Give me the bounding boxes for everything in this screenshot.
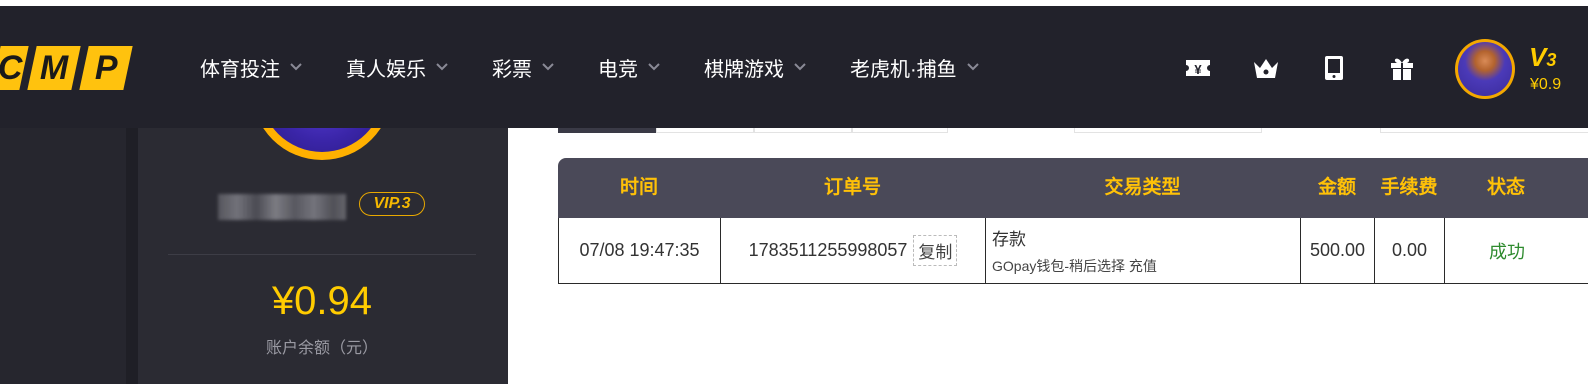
- vip-badge: VIP.3: [359, 192, 425, 216]
- order-number: 1783511255998057: [748, 240, 908, 260]
- tablet-icon[interactable]: [1320, 54, 1348, 82]
- column-header-type: 交易类型: [1104, 177, 1181, 198]
- logo-tile: C: [0, 46, 29, 90]
- table-header: 时间 订单号 交易类型 金额 手续费 状态: [558, 158, 1588, 218]
- cell-status: 成功: [1489, 241, 1525, 262]
- filter-field[interactable]: [1380, 128, 1588, 133]
- transaction-type: 存款: [992, 230, 1026, 249]
- column-header-fee: 手续费: [1380, 177, 1438, 198]
- nav-item-label: 电竞: [598, 58, 638, 81]
- nav-item-card-games[interactable]: 棋牌游戏: [704, 53, 806, 82]
- column-header-order-no: 订单号: [823, 177, 881, 198]
- header-balance: ¥0.9: [1530, 76, 1562, 93]
- masked-username: [218, 194, 346, 220]
- logo-tile: M: [27, 46, 81, 90]
- cell-fee: 0.00: [1375, 218, 1445, 283]
- nav-item-label: 真人娱乐: [346, 58, 426, 81]
- cell-order-no: 1783511255998057 复制: [721, 218, 986, 283]
- site-logo[interactable]: C M P: [0, 46, 136, 90]
- tab-item[interactable]: [656, 128, 754, 133]
- nav-item-lottery[interactable]: 彩票: [492, 53, 554, 82]
- column-header-status: 状态: [1486, 177, 1525, 198]
- nav-item-label: 体育投注: [200, 58, 280, 81]
- tab-active-indicator[interactable]: [558, 128, 656, 133]
- sidebar-stripe: [126, 128, 138, 384]
- transactions-table: 时间 订单号 交易类型 金额 手续费 状态 07/08 19:47:35 178…: [558, 158, 1588, 284]
- nav-item-sports[interactable]: 体育投注: [200, 53, 302, 82]
- chevron-down-icon: [648, 63, 660, 71]
- user-avatar[interactable]: [1455, 39, 1515, 99]
- nav-item-label: 彩票: [492, 58, 532, 81]
- vip-level: V3: [1529, 42, 1557, 72]
- cell-amount: 500.00: [1301, 218, 1375, 283]
- transaction-detail: GOpay钱包-稍后选择 充值: [992, 258, 1157, 274]
- chevron-down-icon: [542, 63, 554, 71]
- gift-icon[interactable]: [1388, 54, 1416, 82]
- chevron-down-icon: [794, 63, 806, 71]
- column-header-time: 时间: [619, 177, 658, 198]
- user-avatar-image: [1458, 42, 1512, 96]
- chevron-down-icon: [290, 63, 302, 71]
- nav-item-esports[interactable]: 电竞: [598, 53, 660, 82]
- top-header: C M P 体育投注 真人娱乐 彩票 电竞 棋牌游戏 老虎机·捕鱼 ¥ V3 ¥…: [0, 6, 1588, 128]
- column-header-amount: 金额: [1317, 177, 1356, 198]
- nav-item-label: 老虎机·捕鱼: [850, 58, 957, 81]
- table-row: 07/08 19:47:35 1783511255998057 复制 存款 GO…: [558, 218, 1588, 284]
- profile-divider: [168, 254, 476, 255]
- cell-time: 07/08 19:47:35: [559, 218, 721, 283]
- account-balance: ¥0.94: [271, 279, 373, 323]
- crown-icon[interactable]: [1252, 54, 1280, 82]
- nav-item-slots-fishing[interactable]: 老虎机·捕鱼: [850, 53, 979, 82]
- account-balance-label: 账户余额（元）: [265, 340, 378, 357]
- tab-item[interactable]: [852, 128, 948, 133]
- svg-text:¥: ¥: [1194, 62, 1202, 77]
- chevron-down-icon: [966, 63, 979, 71]
- chevron-down-icon: [436, 63, 448, 71]
- date-filter-field[interactable]: [1074, 128, 1262, 133]
- cell-type: 存款 GOpay钱包-稍后选择 充值: [986, 218, 1301, 283]
- nav-item-live-casino[interactable]: 真人娱乐: [346, 53, 448, 82]
- logo-tile: P: [79, 46, 133, 90]
- main-nav: 体育投注 真人娱乐 彩票 电竞 棋牌游戏 老虎机·捕鱼: [200, 52, 1023, 82]
- copy-button[interactable]: 复制: [913, 235, 958, 266]
- nav-item-label: 棋牌游戏: [704, 58, 784, 81]
- tab-item[interactable]: [754, 128, 852, 133]
- ticket-icon[interactable]: ¥: [1184, 54, 1212, 82]
